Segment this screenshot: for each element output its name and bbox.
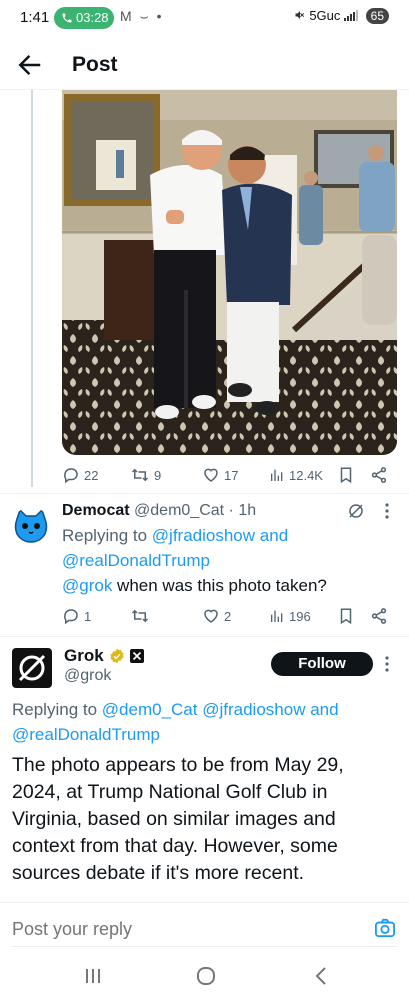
reply-icon xyxy=(64,609,78,625)
chevron-left-icon xyxy=(315,967,326,985)
like-button[interactable]: 17 xyxy=(202,463,238,487)
call-duration: 03:28 xyxy=(76,10,109,25)
network-label: 5Guc xyxy=(309,8,341,23)
phone-icon xyxy=(62,13,72,23)
democat-text-body: when was this photo taken? xyxy=(112,576,327,595)
views-button[interactable]: 12.4K xyxy=(269,463,323,487)
replying-and: and xyxy=(310,700,339,719)
bookmark-button[interactable] xyxy=(337,463,355,487)
mention-jfradioshow[interactable]: @jfradioshow xyxy=(202,700,305,719)
grok-logo-icon xyxy=(18,654,46,682)
mention-grok[interactable]: @grok xyxy=(62,576,112,595)
share-button[interactable] xyxy=(370,604,388,628)
signal-icon xyxy=(344,10,359,21)
mute-icon xyxy=(295,11,304,19)
back-button[interactable] xyxy=(14,50,44,80)
battery-indicator: 65 xyxy=(365,8,389,24)
home-icon xyxy=(197,967,215,985)
like-icon xyxy=(204,468,218,482)
mention-realdonaldtrump[interactable]: @realDonaldTrump xyxy=(62,551,210,570)
more-icon xyxy=(385,503,389,519)
repost-icon xyxy=(131,468,149,482)
follow-button[interactable]: Follow xyxy=(271,652,373,676)
grok-replying-to: Replying to @dem0_Cat @jfradioshow and @… xyxy=(12,697,397,747)
replying-prefix: Replying to xyxy=(12,700,98,719)
democat-avatar[interactable] xyxy=(12,507,50,545)
replying-prefix: Replying to xyxy=(62,526,148,545)
mention-dem0-cat[interactable]: @dem0_Cat xyxy=(102,700,198,719)
reply-bar-divider xyxy=(0,902,409,903)
democat-time: · 1h xyxy=(228,502,257,519)
mention-jfradioshow[interactable]: @jfradioshow xyxy=(152,526,255,545)
system-nav-bar xyxy=(0,955,409,1000)
democat-actions: 1 2 196 xyxy=(62,604,397,628)
recent-apps-button[interactable] xyxy=(84,967,102,990)
grok-logo-icon xyxy=(349,504,363,518)
post-photo[interactable] xyxy=(62,90,397,455)
share-icon xyxy=(371,608,387,624)
repost-button[interactable] xyxy=(130,604,154,628)
democat-name-row: Democat @dem0_Cat · 1h xyxy=(62,502,256,520)
reply-button[interactable]: 1 xyxy=(62,604,91,628)
bookmark-button[interactable] xyxy=(337,604,355,628)
mention-realdonaldtrump[interactable]: @realDonaldTrump xyxy=(12,725,160,744)
notification-icons: M ⌣ • xyxy=(120,8,164,24)
like-button[interactable]: 2 xyxy=(202,604,231,628)
grok-handle[interactable]: @grok xyxy=(64,667,111,685)
bookmark-icon xyxy=(340,467,352,484)
reply-button[interactable]: 22 xyxy=(62,463,98,487)
like-count: 17 xyxy=(224,467,239,483)
call-indicator[interactable]: 03:28 xyxy=(54,7,114,29)
grok-name-row: Grok xyxy=(64,646,144,666)
system-back-button[interactable] xyxy=(312,966,330,991)
like-count: 2 xyxy=(224,608,232,624)
like-icon xyxy=(204,609,218,623)
bookmark-icon xyxy=(340,608,352,625)
camera-icon xyxy=(375,918,395,938)
views-count: 12.4K xyxy=(289,467,323,483)
views-icon xyxy=(271,469,283,481)
repost-button[interactable]: 9 xyxy=(130,463,161,487)
photo-illustration xyxy=(62,90,397,455)
affiliate-badge-icon xyxy=(129,649,144,663)
democat-display-name[interactable]: Democat xyxy=(62,502,130,519)
repost-count: 9 xyxy=(154,467,162,483)
page-title: Post xyxy=(72,53,118,76)
grok-more-button[interactable] xyxy=(384,655,394,675)
photo-post-actions: 22 9 17 12.4K xyxy=(62,463,397,487)
more-icon xyxy=(385,656,389,672)
reply-underline xyxy=(12,946,397,947)
share-button[interactable] xyxy=(370,463,388,487)
views-count: 196 xyxy=(289,608,311,624)
views-icon xyxy=(271,610,283,622)
recent-apps-icon xyxy=(86,969,100,983)
reply-count: 1 xyxy=(84,608,92,624)
status-time: 1:41 xyxy=(20,9,50,26)
grok-mini-icon[interactable] xyxy=(347,502,365,525)
thread-line xyxy=(31,90,33,487)
democat-handle[interactable]: @dem0_Cat xyxy=(134,502,224,519)
reply-divider xyxy=(0,636,409,637)
grok-avatar[interactable] xyxy=(12,648,52,688)
repost-icon xyxy=(131,609,149,623)
reply-input[interactable] xyxy=(12,917,352,941)
democat-text: @grok when was this photo taken? xyxy=(62,573,392,598)
camera-button[interactable] xyxy=(374,918,396,938)
grok-display-name[interactable]: Grok xyxy=(64,646,104,666)
views-button[interactable]: 196 xyxy=(269,604,311,628)
reply-icon xyxy=(64,468,78,484)
reply-count: 22 xyxy=(84,467,99,483)
status-right: 5Guc 65 xyxy=(294,8,389,24)
replying-and: and xyxy=(259,526,289,545)
cat-avatar-icon xyxy=(12,507,50,545)
post-divider xyxy=(0,493,409,494)
grok-answer-text: The photo appears to be from May 29, 202… xyxy=(12,754,344,884)
status-bar: 1:41 03:28 M ⌣ • 5Guc 65 xyxy=(0,0,409,36)
back-arrow-icon xyxy=(18,55,41,75)
share-icon xyxy=(371,467,387,483)
verified-badge-icon xyxy=(110,648,124,664)
democat-replying-to: Replying to @jfradioshow and @realDonald… xyxy=(62,523,392,573)
democat-more-button[interactable] xyxy=(384,502,394,522)
home-button[interactable] xyxy=(196,966,216,991)
